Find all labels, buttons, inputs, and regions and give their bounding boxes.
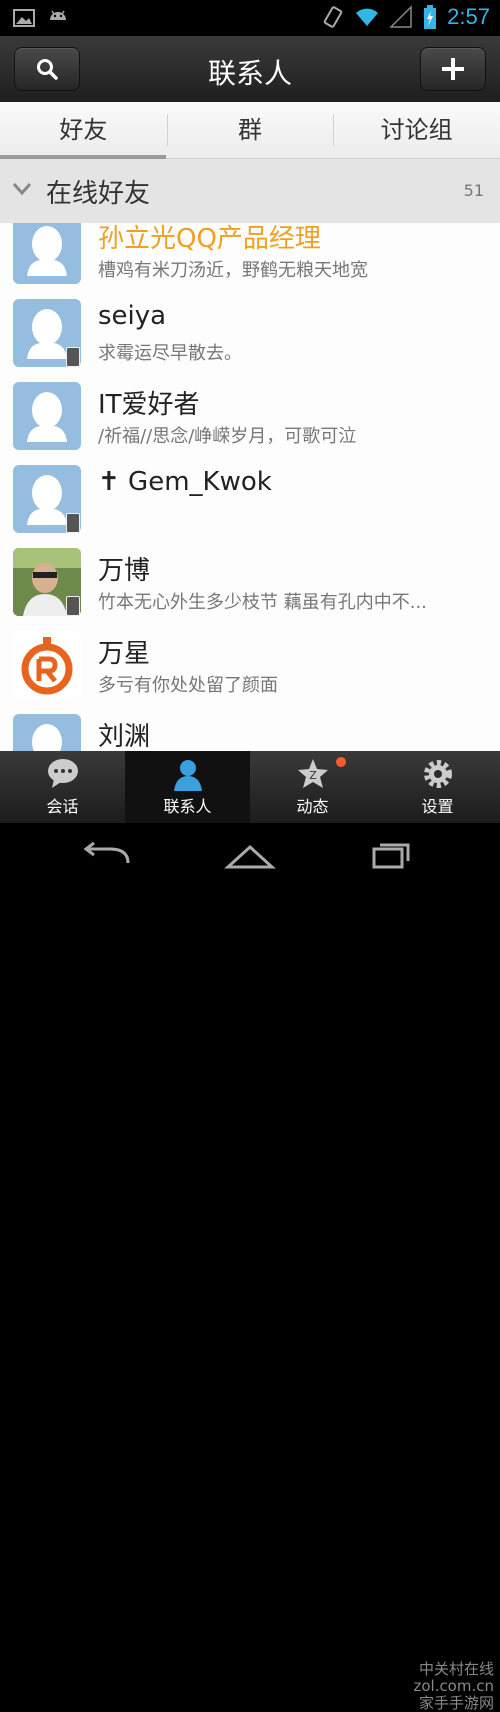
contact-signature: 求霉运尽早散去。 xyxy=(98,343,242,364)
tab-discussions[interactable]: 讨论组 xyxy=(333,102,500,158)
contact-signature: 多亏有你处处留了颜面 xyxy=(98,675,278,696)
svg-text:Z: Z xyxy=(309,769,317,782)
watermark-line: zol.com.cn xyxy=(413,1677,494,1695)
group-header-online-friends[interactable]: 在线好友 51 xyxy=(0,159,500,224)
title-bar: 联系人 xyxy=(0,36,500,102)
brand-logo-icon xyxy=(13,631,81,699)
avatar xyxy=(13,223,81,284)
recent-apps-icon[interactable] xyxy=(370,841,414,871)
status-bar: 2:57 xyxy=(0,0,500,36)
gear-icon xyxy=(423,760,452,788)
bottom-nav: 会话 联系人 Z 动态 设置 xyxy=(0,751,500,823)
contact-list[interactable]: 孙立光QQ产品经理 槽鸡有米刀汤近，野鹤无粮天地宽 seiya 求霉运尽早散去。… xyxy=(0,223,500,751)
contact-name: ✝ Gem_Kwok xyxy=(98,467,272,497)
nav-settings[interactable]: 设置 xyxy=(375,751,500,823)
tab-friends[interactable]: 好友 xyxy=(0,102,167,158)
gallery-notification-icon xyxy=(13,9,35,27)
default-avatar-icon xyxy=(27,392,67,442)
chat-bubble-icon xyxy=(47,759,78,788)
notification-dot-icon xyxy=(336,757,346,767)
nav-messages[interactable]: 会话 xyxy=(0,751,125,823)
avatar-logo xyxy=(13,631,81,699)
contact-row[interactable]: IT爱好者 /祈福//思念/峥嵘岁月，可歌可泣 xyxy=(0,374,500,458)
android-notification-icon xyxy=(50,10,66,20)
mobile-online-icon xyxy=(66,347,80,367)
default-avatar-icon xyxy=(32,724,62,751)
signal-icon xyxy=(389,5,412,28)
avatar xyxy=(13,714,81,751)
nav-label: 联系人 xyxy=(163,797,212,816)
system-nav-bar: 中关村在线 zol.com.cn 家手手游网 xyxy=(0,823,500,1712)
group-title: 在线好友 xyxy=(46,179,151,209)
vibrate-icon xyxy=(323,6,343,28)
contact-name: 万星 xyxy=(98,639,151,669)
contact-row[interactable]: 万博 竹本无心外生多少枝节 藕虽有孔内中不... xyxy=(0,540,500,624)
chevron-down-icon xyxy=(12,183,32,196)
contacts-person-icon xyxy=(173,760,202,791)
nav-label: 会话 xyxy=(46,797,79,816)
contact-name: 刘渊 xyxy=(98,722,151,751)
tab-groups[interactable]: 群 xyxy=(166,102,334,158)
contact-name: 万博 xyxy=(98,556,151,586)
add-button[interactable] xyxy=(420,47,486,91)
plus-icon xyxy=(442,58,464,80)
clock: 2:57 xyxy=(447,4,490,29)
watermark-line: 中关村在线 xyxy=(418,1660,494,1678)
contact-name: 孙立光QQ产品经理 xyxy=(98,224,321,254)
contact-name: seiya xyxy=(98,301,167,331)
star-feed-icon: Z xyxy=(297,759,328,788)
nav-label: 动态 xyxy=(296,797,329,816)
home-icon[interactable] xyxy=(224,841,276,871)
back-icon[interactable] xyxy=(80,841,132,871)
contact-row[interactable]: ✝ Gem_Kwok xyxy=(0,457,500,541)
group-count: 51 xyxy=(463,181,484,200)
watermark: 中关村在线 zol.com.cn 家手手游网 xyxy=(413,1661,494,1712)
contact-name: IT爱好者 xyxy=(98,390,200,420)
watermark-line: 家手手游网 xyxy=(418,1694,494,1712)
avatar xyxy=(13,382,81,450)
mobile-online-icon xyxy=(66,513,80,533)
default-avatar-icon xyxy=(27,226,67,276)
wifi-icon xyxy=(356,8,379,26)
nav-label: 设置 xyxy=(421,797,454,816)
battery-icon xyxy=(424,5,437,29)
nav-feed[interactable]: Z 动态 xyxy=(250,751,375,823)
nav-contacts[interactable]: 联系人 xyxy=(125,751,250,823)
contact-row[interactable]: 孙立光QQ产品经理 槽鸡有米刀汤近，野鹤无粮天地宽 xyxy=(0,223,500,292)
contact-row[interactable]: 万星 多亏有你处处留了颜面 xyxy=(0,623,500,707)
contact-signature: /祈福//思念/峥嵘岁月，可歌可泣 xyxy=(98,426,357,447)
contact-signature: 竹本无心外生多少枝节 藕虽有孔内中不... xyxy=(98,592,427,613)
contact-row[interactable]: seiya 求霉运尽早散去。 xyxy=(0,291,500,375)
contact-row[interactable]: 刘渊 xyxy=(0,706,500,751)
contact-signature: 槽鸡有米刀汤近，野鹤无粮天地宽 xyxy=(98,260,368,281)
contact-tabs: 好友 群 讨论组 xyxy=(0,102,500,159)
mobile-online-icon xyxy=(66,596,80,616)
